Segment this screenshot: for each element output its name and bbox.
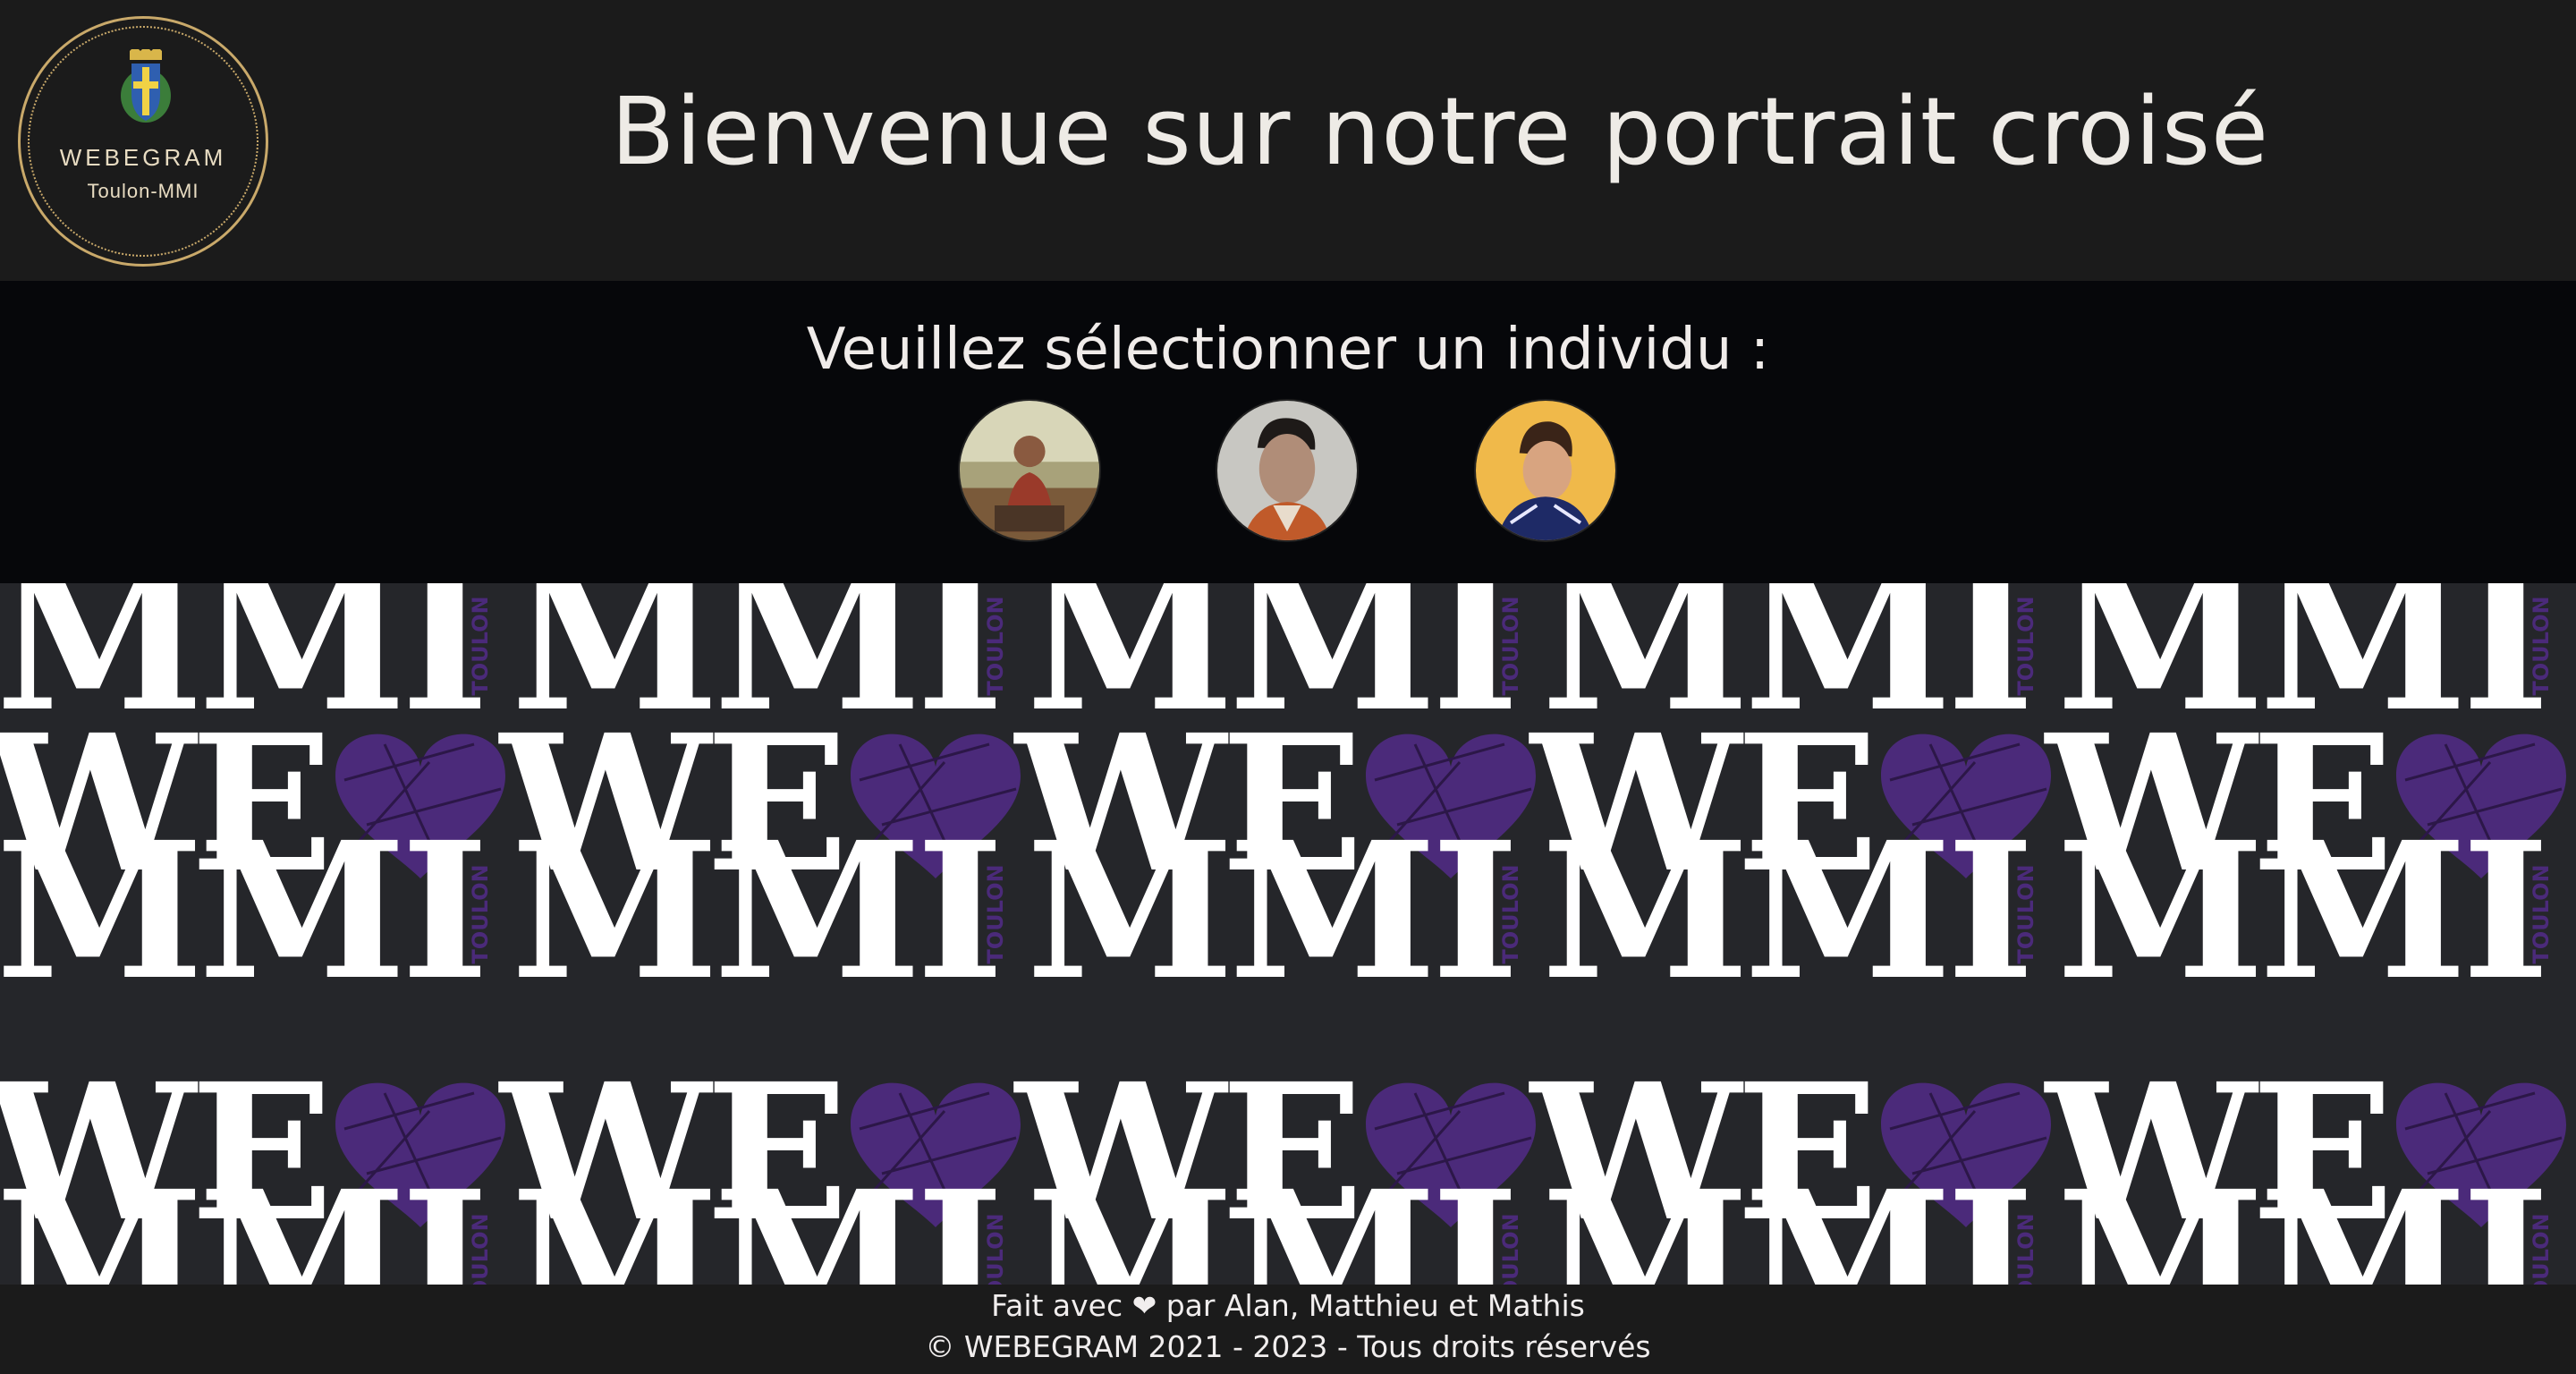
- webegram-logo[interactable]: WEBEGRAM Toulon-MMI: [18, 16, 268, 267]
- pattern-side-text: TOULON: [2529, 596, 2554, 695]
- pattern-side-text: TOULON: [2529, 1213, 2554, 1285]
- avatar-1[interactable]: [958, 399, 1101, 542]
- pattern-side-text: TOULON: [1498, 864, 1523, 963]
- crest-icon: [121, 49, 171, 123]
- pattern-word-mmi: MMI: [1541, 1149, 2029, 1285]
- pattern-side-text: TOULON: [1498, 1213, 1523, 1285]
- avatar-3[interactable]: [1474, 399, 1617, 542]
- pattern-word-mmi: MMI: [1026, 801, 1513, 1022]
- pattern-side-text: TOULON: [1498, 596, 1523, 695]
- selection-label: Veuillez sélectionner un individu :: [806, 317, 1770, 383]
- portrait-yellow-icon: [1476, 401, 1615, 540]
- pattern-word-mmi: MMI: [2056, 1149, 2544, 1285]
- pattern-word-mmi: MMI: [1541, 801, 2029, 1022]
- footer-credits: Fait avec ❤ par Alan, Matthieu et Mathis: [991, 1288, 1585, 1323]
- mmi-pattern-background: MMI TOULON MMI TOULON MMI TOULON MMI TOULON MMI T…: [0, 583, 2576, 1285]
- pattern-side-text: TOULON: [2529, 864, 2554, 963]
- header: WEBEGRAM Toulon-MMI Bienvenue sur notre …: [0, 0, 2576, 281]
- pattern-side-text: TOULON: [468, 596, 493, 695]
- portrait-beach-icon: [960, 401, 1099, 540]
- pattern-word-mmi: MMI: [1026, 1149, 1513, 1285]
- footer: Fait avec ❤ par Alan, Matthieu et Mathis…: [0, 1285, 2576, 1374]
- avatar-2[interactable]: [1216, 399, 1359, 542]
- footer-copyright: © WEBEGRAM 2021 - 2023 - Tous droits rés…: [925, 1329, 1651, 1364]
- pattern-side-text: TOULON: [2013, 864, 2038, 963]
- pattern-side-text: TOULON: [983, 596, 1008, 695]
- person-selection: Veuillez sélectionner un individu :: [0, 281, 2576, 583]
- pattern-word-mmi: MMI: [0, 801, 484, 1022]
- portrait-studio-icon: [1217, 401, 1357, 540]
- pattern-side-text: TOULON: [983, 1213, 1008, 1285]
- pattern-graphic: MMITOULON MMITOULON MMITOULON MMITOULON MMIT…: [0, 583, 2566, 1285]
- pattern-side-text: TOULON: [983, 864, 1008, 963]
- logo-subtitle: Toulon-MMI: [87, 180, 199, 202]
- pattern-word-mmi: MMI: [511, 801, 998, 1022]
- logo-name: WEBEGRAM: [59, 144, 227, 171]
- pattern-side-text: TOULON: [468, 864, 493, 963]
- pattern-word-mmi: MMI: [0, 1149, 484, 1285]
- pattern-word-mmi: MMI: [2056, 801, 2544, 1022]
- pattern-word-mmi: MMI: [511, 1149, 998, 1285]
- page-title: Bienvenue sur notre portrait croisé: [610, 77, 2270, 186]
- pattern-side-text: TOULON: [2013, 1213, 2038, 1285]
- pattern-side-text: TOULON: [468, 1213, 493, 1285]
- pattern-side-text: TOULON: [2013, 596, 2038, 695]
